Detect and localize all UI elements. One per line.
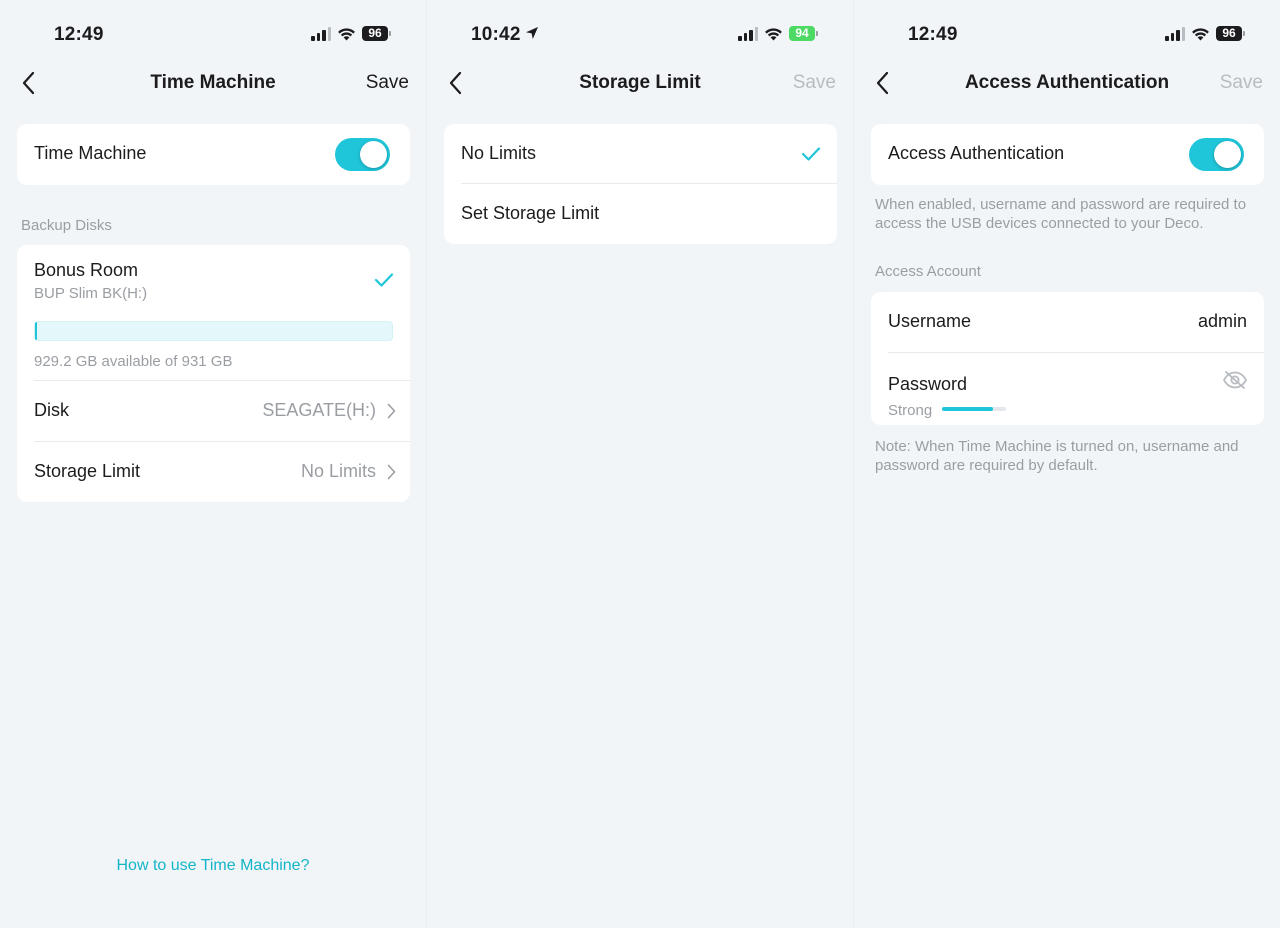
time-machine-toggle[interactable] <box>335 138 390 171</box>
status-time: 12:49 <box>54 24 104 45</box>
access-auth-toggle-card: Access Authentication <box>871 124 1264 185</box>
password-label: Password <box>888 374 968 394</box>
cellular-signal-icon <box>311 26 331 41</box>
time-machine-label: Time Machine <box>34 143 147 163</box>
option-label: No Limits <box>461 143 537 163</box>
page-title: Storage Limit <box>579 72 701 93</box>
password-strength-bar <box>942 407 1006 411</box>
status-time: 12:49 <box>908 24 958 45</box>
battery-icon: 96 <box>362 26 391 41</box>
battery-charging-icon: 94 <box>789 26 818 41</box>
location-arrow-icon <box>525 26 538 39</box>
disk-row-label: Disk <box>34 400 69 420</box>
disk-device: BUP Slim BK(H:) <box>34 285 148 302</box>
nav-bar: Storage Limit Save <box>427 60 853 106</box>
status-bar: 10:42 94 <box>427 22 853 48</box>
storage-limit-screen: 10:42 94 Storage Limit Save No Limits Se… <box>427 0 853 928</box>
wifi-icon <box>1192 27 1209 40</box>
help-link[interactable]: How to use Time Machine? <box>0 857 426 875</box>
checkmark-icon <box>374 273 394 287</box>
save-button[interactable]: Save <box>366 72 409 94</box>
cellular-signal-icon <box>1165 26 1185 41</box>
disk-name: Bonus Room <box>34 260 139 280</box>
page-title: Time Machine <box>150 72 276 93</box>
storage-limit-row[interactable]: Storage Limit No Limits <box>17 442 410 503</box>
status-bar: 12:49 96 <box>0 22 426 48</box>
nav-bar: Time Machine Save <box>0 60 426 106</box>
access-auth-label: Access Authentication <box>888 143 1065 163</box>
option-set-storage-limit[interactable]: Set Storage Limit <box>444 184 837 245</box>
access-auth-description: When enabled, username and password are … <box>875 196 1247 232</box>
username-row[interactable]: Username admin <box>871 292 1264 353</box>
chevron-right-icon <box>387 403 396 419</box>
status-time: 10:42 <box>471 24 539 46</box>
eye-off-icon[interactable] <box>1222 370 1248 390</box>
access-account-card: Username admin Password Strong <box>871 292 1264 425</box>
access-authentication-screen: 12:49 96 Access Authentication Save Acce… <box>854 0 1280 928</box>
chevron-right-icon <box>387 464 396 480</box>
checkmark-icon <box>801 147 821 161</box>
backup-disks-header: Backup Disks <box>21 217 112 234</box>
username-value: admin <box>1197 311 1247 331</box>
divider <box>888 352 1264 353</box>
cellular-signal-icon <box>738 26 758 41</box>
save-button[interactable]: Save <box>1220 72 1263 94</box>
status-time-text: 10:42 <box>471 24 521 45</box>
page-title: Access Authentication <box>964 72 1170 93</box>
disk-row[interactable]: Disk SEAGATE(H:) <box>17 381 410 442</box>
nav-bar: Access Authentication Save <box>854 60 1280 106</box>
storage-limit-value: No Limits <box>300 461 376 481</box>
wifi-icon <box>765 27 782 40</box>
disk-row-value: SEAGATE(H:) <box>262 400 376 420</box>
disk-usage-bar <box>34 321 393 341</box>
backup-disk-item[interactable]: Bonus Room BUP Slim BK(H:) 929.2 GB avai… <box>17 245 410 381</box>
status-bar: 12:49 96 <box>854 22 1280 48</box>
backup-disk-card: Bonus Room BUP Slim BK(H:) 929.2 GB avai… <box>17 245 410 502</box>
option-label: Set Storage Limit <box>461 203 600 223</box>
save-button[interactable]: Save <box>793 72 836 94</box>
option-no-limits[interactable]: No Limits <box>444 124 837 185</box>
password-strength-label: Strong <box>888 402 933 419</box>
default-auth-note: Note: When Time Machine is turned on, us… <box>875 438 1239 474</box>
wifi-icon <box>338 27 355 40</box>
username-label: Username <box>888 311 972 331</box>
time-machine-toggle-card: Time Machine <box>17 124 410 185</box>
storage-limit-label: Storage Limit <box>34 461 141 481</box>
access-auth-toggle[interactable] <box>1189 138 1244 171</box>
battery-icon: 96 <box>1216 26 1245 41</box>
time-machine-screen: 12:49 96 Time Machine Save Time Machine … <box>0 0 426 928</box>
access-account-header: Access Account <box>875 263 981 280</box>
disk-capacity: 929.2 GB available of 931 GB <box>34 353 233 370</box>
storage-limit-options: No Limits Set Storage Limit <box>444 124 837 244</box>
